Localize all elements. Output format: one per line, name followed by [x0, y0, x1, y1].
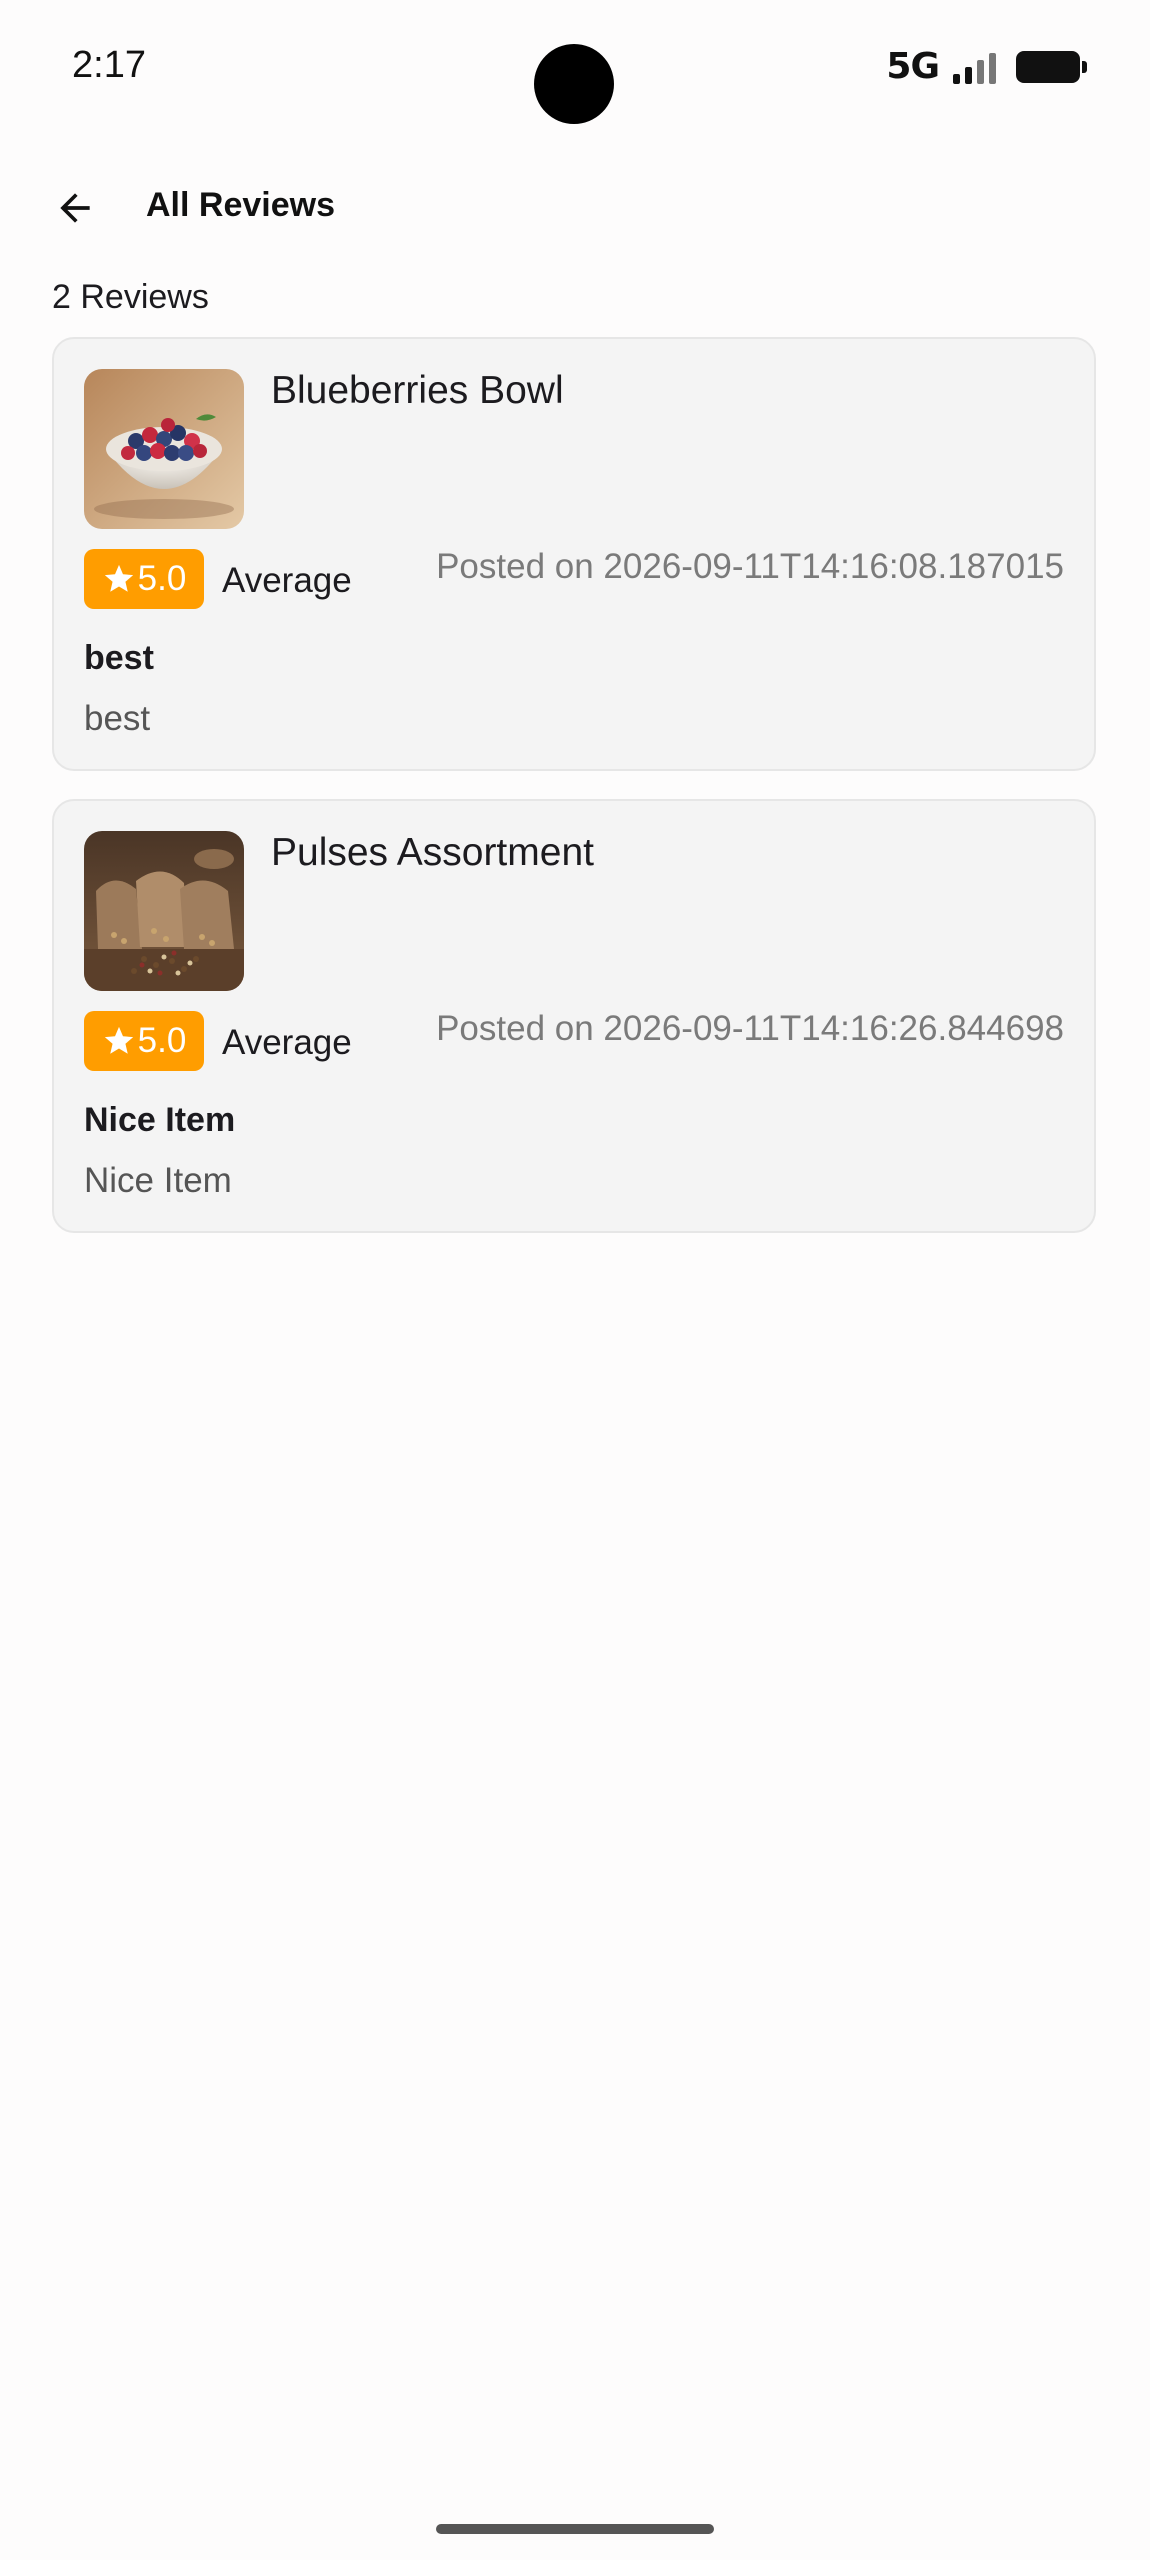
- page-title: All Reviews: [146, 186, 335, 224]
- blueberries-bowl-image: [84, 369, 244, 529]
- home-indicator[interactable]: [436, 2524, 714, 2534]
- posted-date: Posted on 2026-09-11T14:16:08.187015: [436, 547, 1064, 586]
- rating-label: Average: [222, 1023, 352, 1062]
- rating-value: 5.0: [137, 559, 187, 598]
- product-name: Pulses Assortment: [271, 831, 594, 874]
- rating-badge: 5.0: [84, 549, 204, 609]
- review-body: best: [84, 699, 151, 738]
- status-bar: 2:17 5G: [0, 0, 1150, 140]
- app-bar: All Reviews: [0, 168, 1150, 248]
- review-title: best: [84, 639, 154, 677]
- review-title: Nice Item: [84, 1101, 236, 1139]
- back-button[interactable]: [40, 168, 110, 248]
- arrow-back-icon: [60, 193, 90, 223]
- review-count: 2 Reviews: [52, 278, 209, 316]
- star-icon: [104, 564, 133, 592]
- star-icon: [104, 1026, 133, 1054]
- battery-icon: [1016, 50, 1087, 83]
- pulses-assortment-image: [84, 831, 244, 991]
- status-time: 2:17: [72, 44, 146, 86]
- network-label: 5G: [886, 46, 940, 87]
- status-icons: 5G: [886, 46, 1087, 87]
- signal-icon: [953, 50, 996, 84]
- rating-label: Average: [222, 561, 352, 600]
- rating-badge: 5.0: [84, 1011, 204, 1071]
- rating-value: 5.0: [137, 1021, 187, 1060]
- review-card[interactable]: Blueberries Bowl 5.0 Average Posted on 2…: [52, 337, 1096, 771]
- product-name: Blueberries Bowl: [271, 369, 564, 412]
- camera-cutout: [534, 44, 614, 124]
- review-body: Nice Item: [84, 1161, 232, 1200]
- review-card[interactable]: Pulses Assortment 5.0 Average Posted on …: [52, 799, 1096, 1233]
- posted-date: Posted on 2026-09-11T14:16:26.844698: [436, 1009, 1064, 1048]
